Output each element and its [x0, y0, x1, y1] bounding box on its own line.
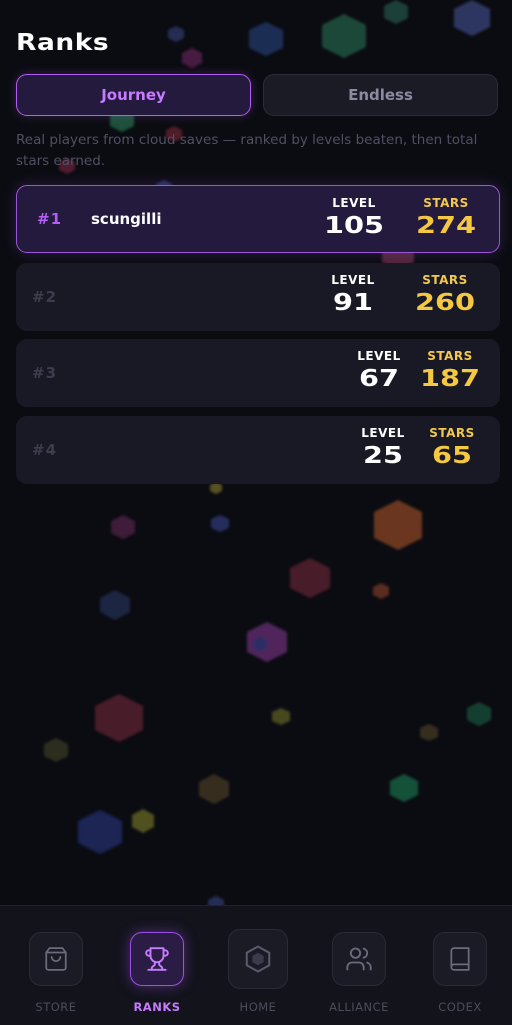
stars-stat-value: 260 — [414, 290, 475, 316]
stars-stat: STARS 187 — [395, 349, 505, 392]
player-name: scungilli — [91, 210, 162, 228]
leaderboard-description: Real players from cloud saves — ranked b… — [16, 132, 478, 169]
stars-stat: STARS 260 — [390, 273, 500, 316]
nav-codex-button[interactable] — [433, 932, 487, 986]
book-icon — [450, 947, 470, 971]
bottom-navigation: STORE RANKS HOME ALLIANCE CODEX — [0, 905, 512, 1025]
stars-stat-label: STARS — [427, 349, 473, 363]
nav-alliance-label: ALLIANCE — [329, 1000, 389, 1014]
nav-store[interactable]: STORE — [16, 932, 96, 1014]
nav-home-button[interactable] — [228, 929, 288, 989]
nav-codex-label: CODEX — [438, 1000, 482, 1014]
leaderboard-row[interactable]: #4 LEVEL 25 STARS 65 — [16, 416, 500, 484]
page-title: Ranks — [16, 30, 110, 56]
bag-icon — [45, 947, 67, 971]
nav-codex[interactable]: CODEX — [420, 932, 500, 1014]
stars-stat-label: STARS — [429, 426, 475, 440]
leaderboard-row[interactable]: #2 LEVEL 91 STARS 260 — [16, 263, 500, 331]
stars-stat-label: STARS — [423, 196, 469, 210]
leaderboard-row[interactable]: #3 LEVEL 67 STARS 187 — [16, 339, 500, 407]
nav-ranks-label: RANKS — [133, 1000, 181, 1014]
nav-store-button[interactable] — [29, 932, 83, 986]
stars-stat-value: 274 — [415, 213, 476, 239]
users-icon — [346, 947, 372, 971]
stars-stat-value: 187 — [419, 366, 480, 392]
nav-alliance[interactable]: ALLIANCE — [319, 932, 399, 1014]
nav-alliance-button[interactable] — [332, 932, 386, 986]
rank-label: #2 — [32, 288, 58, 306]
nav-home-label: HOME — [239, 1000, 277, 1014]
hexagon-icon — [245, 945, 271, 973]
nav-home[interactable]: HOME — [218, 929, 298, 1014]
rank-label: #4 — [32, 441, 58, 459]
stars-stat: STARS 274 — [391, 196, 501, 239]
nav-ranks-button[interactable] — [130, 932, 184, 986]
nav-ranks[interactable]: RANKS — [117, 932, 197, 1014]
nav-store-label: STORE — [35, 1000, 77, 1014]
rank-label: #1 — [37, 210, 63, 228]
tab-endless-label: Endless — [348, 86, 413, 104]
stars-stat-value: 65 — [431, 443, 472, 469]
trophy-icon — [145, 947, 169, 971]
tab-journey-label: Journey — [101, 86, 166, 104]
tab-journey[interactable]: Journey — [16, 74, 251, 116]
leaderboard-row-current-user[interactable]: #1 scungilli LEVEL 105 STARS 274 — [16, 185, 500, 253]
stars-stat: STARS 65 — [397, 426, 507, 469]
tab-endless[interactable]: Endless — [263, 74, 498, 116]
stars-stat-label: STARS — [422, 273, 468, 287]
rank-label: #3 — [32, 364, 58, 382]
